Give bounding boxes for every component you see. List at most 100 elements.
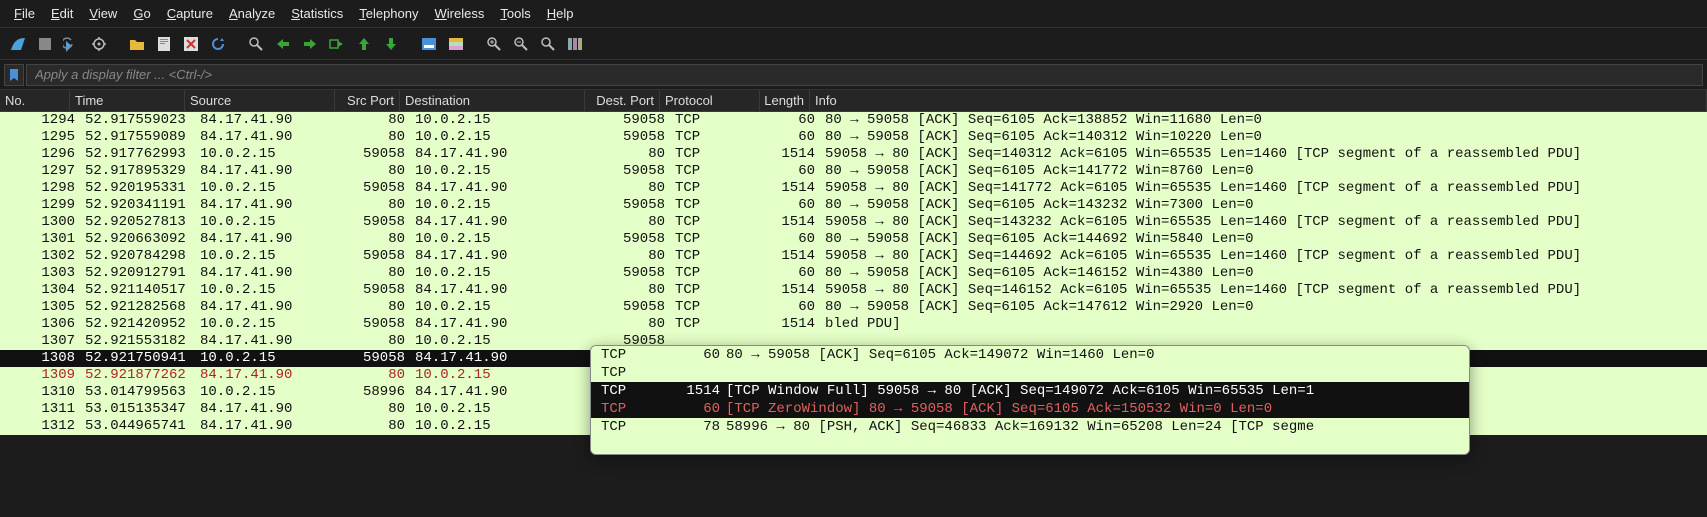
- cell-protocol: TCP: [670, 163, 770, 180]
- cell-no: 1304: [10, 282, 80, 299]
- menu-edit[interactable]: Edit: [43, 2, 81, 25]
- tooltip-protocol: TCP: [591, 418, 671, 436]
- cell-protocol: TCP: [670, 231, 770, 248]
- packet-row[interactable]: 129952.92034119184.17.41.908010.0.2.1559…: [0, 197, 1707, 214]
- tooltip-info: [TCP ZeroWindow] 80 → 59058 [ACK] Seq=61…: [726, 400, 1469, 418]
- tooltip-protocol: TCP: [591, 400, 671, 418]
- cell-no: 1307: [10, 333, 80, 350]
- reload-button[interactable]: [206, 32, 230, 56]
- cell-dest: 10.0.2.15: [410, 112, 595, 129]
- resize-cols-button[interactable]: [563, 32, 587, 56]
- tree-connector: [0, 384, 10, 401]
- packet-row[interactable]: 130652.92142095210.0.2.155905884.17.41.9…: [0, 316, 1707, 333]
- cell-destport: 59058: [595, 129, 670, 146]
- packet-row[interactable]: 130552.92128256884.17.41.908010.0.2.1559…: [0, 299, 1707, 316]
- menu-wireless[interactable]: Wireless: [427, 2, 493, 25]
- tree-connector: [0, 112, 10, 129]
- cell-dest: 10.0.2.15: [410, 163, 595, 180]
- col-header-source[interactable]: Source: [185, 90, 335, 111]
- shark-fin-button[interactable]: [6, 32, 30, 56]
- restart-button[interactable]: [60, 32, 84, 56]
- packet-row[interactable]: 130452.92114051710.0.2.155905884.17.41.9…: [0, 282, 1707, 299]
- tooltip-protocol: TCP: [591, 346, 671, 364]
- col-header-dest[interactable]: Destination: [400, 90, 585, 111]
- open-icon: [129, 37, 145, 51]
- col-header-time[interactable]: Time: [70, 90, 185, 111]
- menu-file[interactable]: File: [6, 2, 43, 25]
- first-button[interactable]: [352, 32, 376, 56]
- packet-row[interactable]: 130352.92091279184.17.41.908010.0.2.1559…: [0, 265, 1707, 282]
- zoom-reset-button[interactable]: [536, 32, 560, 56]
- cell-srcport: 80: [345, 129, 410, 146]
- bookmark-icon: [9, 68, 19, 82]
- cell-source: 10.0.2.15: [195, 146, 345, 163]
- tooltip-row: [591, 436, 1469, 454]
- colorize-button[interactable]: [444, 32, 468, 56]
- back-button[interactable]: [271, 32, 295, 56]
- packet-row[interactable]: 129552.91755908984.17.41.908010.0.2.1559…: [0, 129, 1707, 146]
- filter-bookmark-button[interactable]: [4, 64, 24, 86]
- toolbar: [0, 28, 1707, 60]
- cell-srcport: 80: [345, 265, 410, 282]
- cell-time: 52.917559023: [80, 112, 195, 129]
- packet-row[interactable]: 130052.92052781310.0.2.155905884.17.41.9…: [0, 214, 1707, 231]
- forward-button[interactable]: [298, 32, 322, 56]
- menu-capture[interactable]: Capture: [159, 2, 221, 25]
- tooltip-length: 78: [671, 418, 726, 436]
- cell-srcport: 59058: [345, 146, 410, 163]
- menu-tools[interactable]: Tools: [492, 2, 538, 25]
- options-icon: [91, 36, 107, 52]
- menu-help[interactable]: Help: [539, 2, 582, 25]
- find-button[interactable]: [244, 32, 268, 56]
- stop-icon: [37, 36, 53, 52]
- packet-row[interactable]: 130252.92078429810.0.2.155905884.17.41.9…: [0, 248, 1707, 265]
- menu-statistics[interactable]: Statistics: [283, 2, 351, 25]
- open-button[interactable]: [125, 32, 149, 56]
- col-header-info[interactable]: Info: [810, 90, 1707, 111]
- cell-source: 84.17.41.90: [195, 367, 345, 384]
- col-header-srcport[interactable]: Src Port: [335, 90, 400, 111]
- shark-fin-icon: [9, 35, 27, 53]
- cell-srcport: 80: [345, 333, 410, 350]
- menu-view[interactable]: View: [81, 2, 125, 25]
- packet-row[interactable]: 129752.91789532984.17.41.908010.0.2.1559…: [0, 163, 1707, 180]
- cell-source: 10.0.2.15: [195, 384, 345, 401]
- autoscroll-button[interactable]: [417, 32, 441, 56]
- tooltip-length: 60: [671, 400, 726, 418]
- cell-dest: 10.0.2.15: [410, 265, 595, 282]
- packet-row[interactable]: 129852.92019533110.0.2.155905884.17.41.9…: [0, 180, 1707, 197]
- cell-time: 53.015135347: [80, 401, 195, 418]
- stop-button[interactable]: [33, 32, 57, 56]
- zoom-out-button[interactable]: [509, 32, 533, 56]
- col-header-length[interactable]: Length: [760, 90, 810, 111]
- menu-analyze[interactable]: Analyze: [221, 2, 283, 25]
- last-button[interactable]: [379, 32, 403, 56]
- cell-source: 84.17.41.90: [195, 112, 345, 129]
- tree-connector: [0, 282, 10, 299]
- cell-info: 80 → 59058 [ACK] Seq=6105 Ack=146152 Win…: [820, 265, 1707, 282]
- cell-no: 1308: [10, 350, 80, 367]
- col-header-no[interactable]: No.: [0, 90, 70, 111]
- cell-dest: 84.17.41.90: [410, 180, 595, 197]
- packet-row[interactable]: 130152.92066309284.17.41.908010.0.2.1559…: [0, 231, 1707, 248]
- packet-row[interactable]: 129452.91755902384.17.41.908010.0.2.1559…: [0, 112, 1707, 129]
- close-icon: [184, 37, 198, 51]
- cell-no: 1310: [10, 384, 80, 401]
- menu-go[interactable]: Go: [125, 2, 158, 25]
- menu-telephony[interactable]: Telephony: [351, 2, 426, 25]
- packet-row[interactable]: 129652.91776299310.0.2.155905884.17.41.9…: [0, 146, 1707, 163]
- display-filter-input[interactable]: [26, 64, 1703, 86]
- packet-list[interactable]: 129452.91755902384.17.41.908010.0.2.1559…: [0, 112, 1707, 435]
- tooltip-info: 58996 → 80 [PSH, ACK] Seq=46833 Ack=1691…: [726, 418, 1469, 436]
- col-header-protocol[interactable]: Protocol: [660, 90, 760, 111]
- goto-button[interactable]: [325, 32, 349, 56]
- close-button[interactable]: [179, 32, 203, 56]
- options-button[interactable]: [87, 32, 111, 56]
- last-icon: [384, 36, 398, 52]
- cell-source: 10.0.2.15: [195, 214, 345, 231]
- save-button[interactable]: [152, 32, 176, 56]
- zoom-in-button[interactable]: [482, 32, 506, 56]
- col-header-destport[interactable]: Dest. Port: [585, 90, 660, 111]
- cell-srcport: 59058: [345, 350, 410, 367]
- cell-no: 1309: [10, 367, 80, 384]
